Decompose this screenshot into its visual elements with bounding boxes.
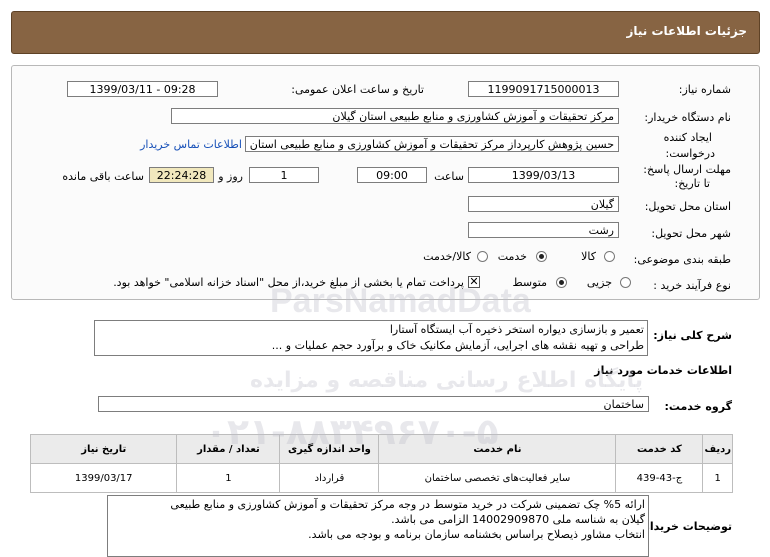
province-label: استان محل تحویل: xyxy=(644,200,731,213)
category-option-service: خدمت xyxy=(497,250,527,263)
summary-line-2: طراحی و تهیه نقشه های اجرایی، آزمایش مکا… xyxy=(271,339,644,352)
category-label: طبقه بندی موضوعی: xyxy=(633,253,731,266)
table-row[interactable]: 1 ج-43-439 سایر فعالیت‌های تخصصی ساختمان… xyxy=(29,463,733,493)
cell-quantity: 1 xyxy=(176,463,281,493)
category-radio-goods-service[interactable] xyxy=(477,251,488,262)
process-radio-minor[interactable] xyxy=(620,277,631,288)
service-group-label: گروه خدمت: xyxy=(664,400,732,413)
col-service-code: کد خدمت xyxy=(615,434,704,464)
creator-label-1: ایجاد کننده xyxy=(663,131,712,144)
buyer-org-field[interactable]: مرکز تحقیقات و آموزش کشاورزی و منابع طبی… xyxy=(171,108,619,124)
service-group-field[interactable]: ساختمان xyxy=(98,396,649,412)
city-label: شهر محل تحویل: xyxy=(651,227,731,240)
category-option-goods: کالا xyxy=(581,250,596,263)
cell-row: 1 xyxy=(702,463,733,493)
buyer-notes-box: ارائه 5% چک تضمینی شرکت در خرید متوسط در… xyxy=(107,495,649,557)
watermark-phone: ۰۲۱-۸۸۳۴۹۶۷۰-۵ xyxy=(205,412,499,453)
summary-label: شرح کلی نیاز: xyxy=(653,329,732,342)
process-option-minor: جزیی xyxy=(586,276,612,289)
cell-service-code: ج-43-439 xyxy=(615,463,704,493)
creator-field[interactable]: حسین پژوهش کارپرداز مرکز تحقیقات و آموزش… xyxy=(245,136,619,152)
need-number-field[interactable]: 1199091715000013 xyxy=(468,81,619,97)
cell-unit: قرارداد xyxy=(279,463,380,493)
deadline-time-label: ساعت xyxy=(434,170,464,183)
deadline-label-2: تا تاریخ: xyxy=(674,177,710,190)
cell-service-name: سایر فعالیت‌های تخصصی ساختمان xyxy=(378,463,617,493)
city-field[interactable]: رشت xyxy=(468,222,619,238)
process-label: نوع فرآیند خرید : xyxy=(653,279,731,292)
category-option-goods-service: کالا/خدمت xyxy=(423,250,471,263)
page-header: جزئیات اطلاعات نیاز xyxy=(11,11,760,54)
buyer-notes-line-3: انتخاب مشاور ذیصلاح براساس بخشنامه سازما… xyxy=(308,528,645,541)
watermark-brand: ParsNamadData xyxy=(270,282,531,320)
deadline-date-field[interactable]: 1399/03/13 xyxy=(468,167,619,183)
category-radio-service[interactable] xyxy=(536,251,547,262)
contact-buyer-link[interactable]: اطلاعات تماس خریدار xyxy=(140,138,242,151)
deadline-time-field[interactable]: 09:00 xyxy=(357,167,427,183)
remaining-label: ساعت باقی مانده xyxy=(62,170,144,183)
remaining-time: 22:24:28 xyxy=(149,167,214,183)
creator-label-2: درخواست: xyxy=(665,147,715,160)
buyer-notes-line-1: ارائه 5% چک تضمینی شرکت در خرید متوسط در… xyxy=(170,498,645,511)
buyer-notes-label: توضیحات خریدار: xyxy=(639,520,732,533)
province-field[interactable]: گیلان xyxy=(468,196,619,212)
col-row: ردیف xyxy=(702,434,733,464)
process-radio-medium[interactable] xyxy=(556,277,567,288)
buyer-org-label: نام دستگاه خریدار: xyxy=(644,111,731,124)
deadline-label-1: مهلت ارسال پاسخ: xyxy=(643,163,731,176)
need-number-label: شماره نیاز: xyxy=(678,83,731,96)
page-title: جزئیات اطلاعات نیاز xyxy=(626,24,747,38)
days-label: روز و xyxy=(218,170,243,183)
announce-label: تاریخ و ساعت اعلان عمومی: xyxy=(291,83,424,96)
cell-need-date: 1399/03/17 xyxy=(29,463,178,493)
watermark-tagline: پایگاه اطلاع رسانی مناقصه و مزایده xyxy=(250,368,643,393)
summary-line-1: تعمیر و بازسازی دیواره استخر ذخیره آب ای… xyxy=(389,323,644,336)
summary-box: تعمیر و بازسازی دیواره استخر ذخیره آب ای… xyxy=(94,320,648,356)
buyer-notes-line-2: گیلان به شناسه ملی 14002909870 الزامی می… xyxy=(391,513,645,526)
col-need-date: تاریخ نیاز xyxy=(29,434,178,464)
category-radio-goods[interactable] xyxy=(604,251,615,262)
announce-field[interactable]: 1399/03/11 - 09:28 xyxy=(67,81,218,97)
days-field[interactable]: 1 xyxy=(249,167,319,183)
